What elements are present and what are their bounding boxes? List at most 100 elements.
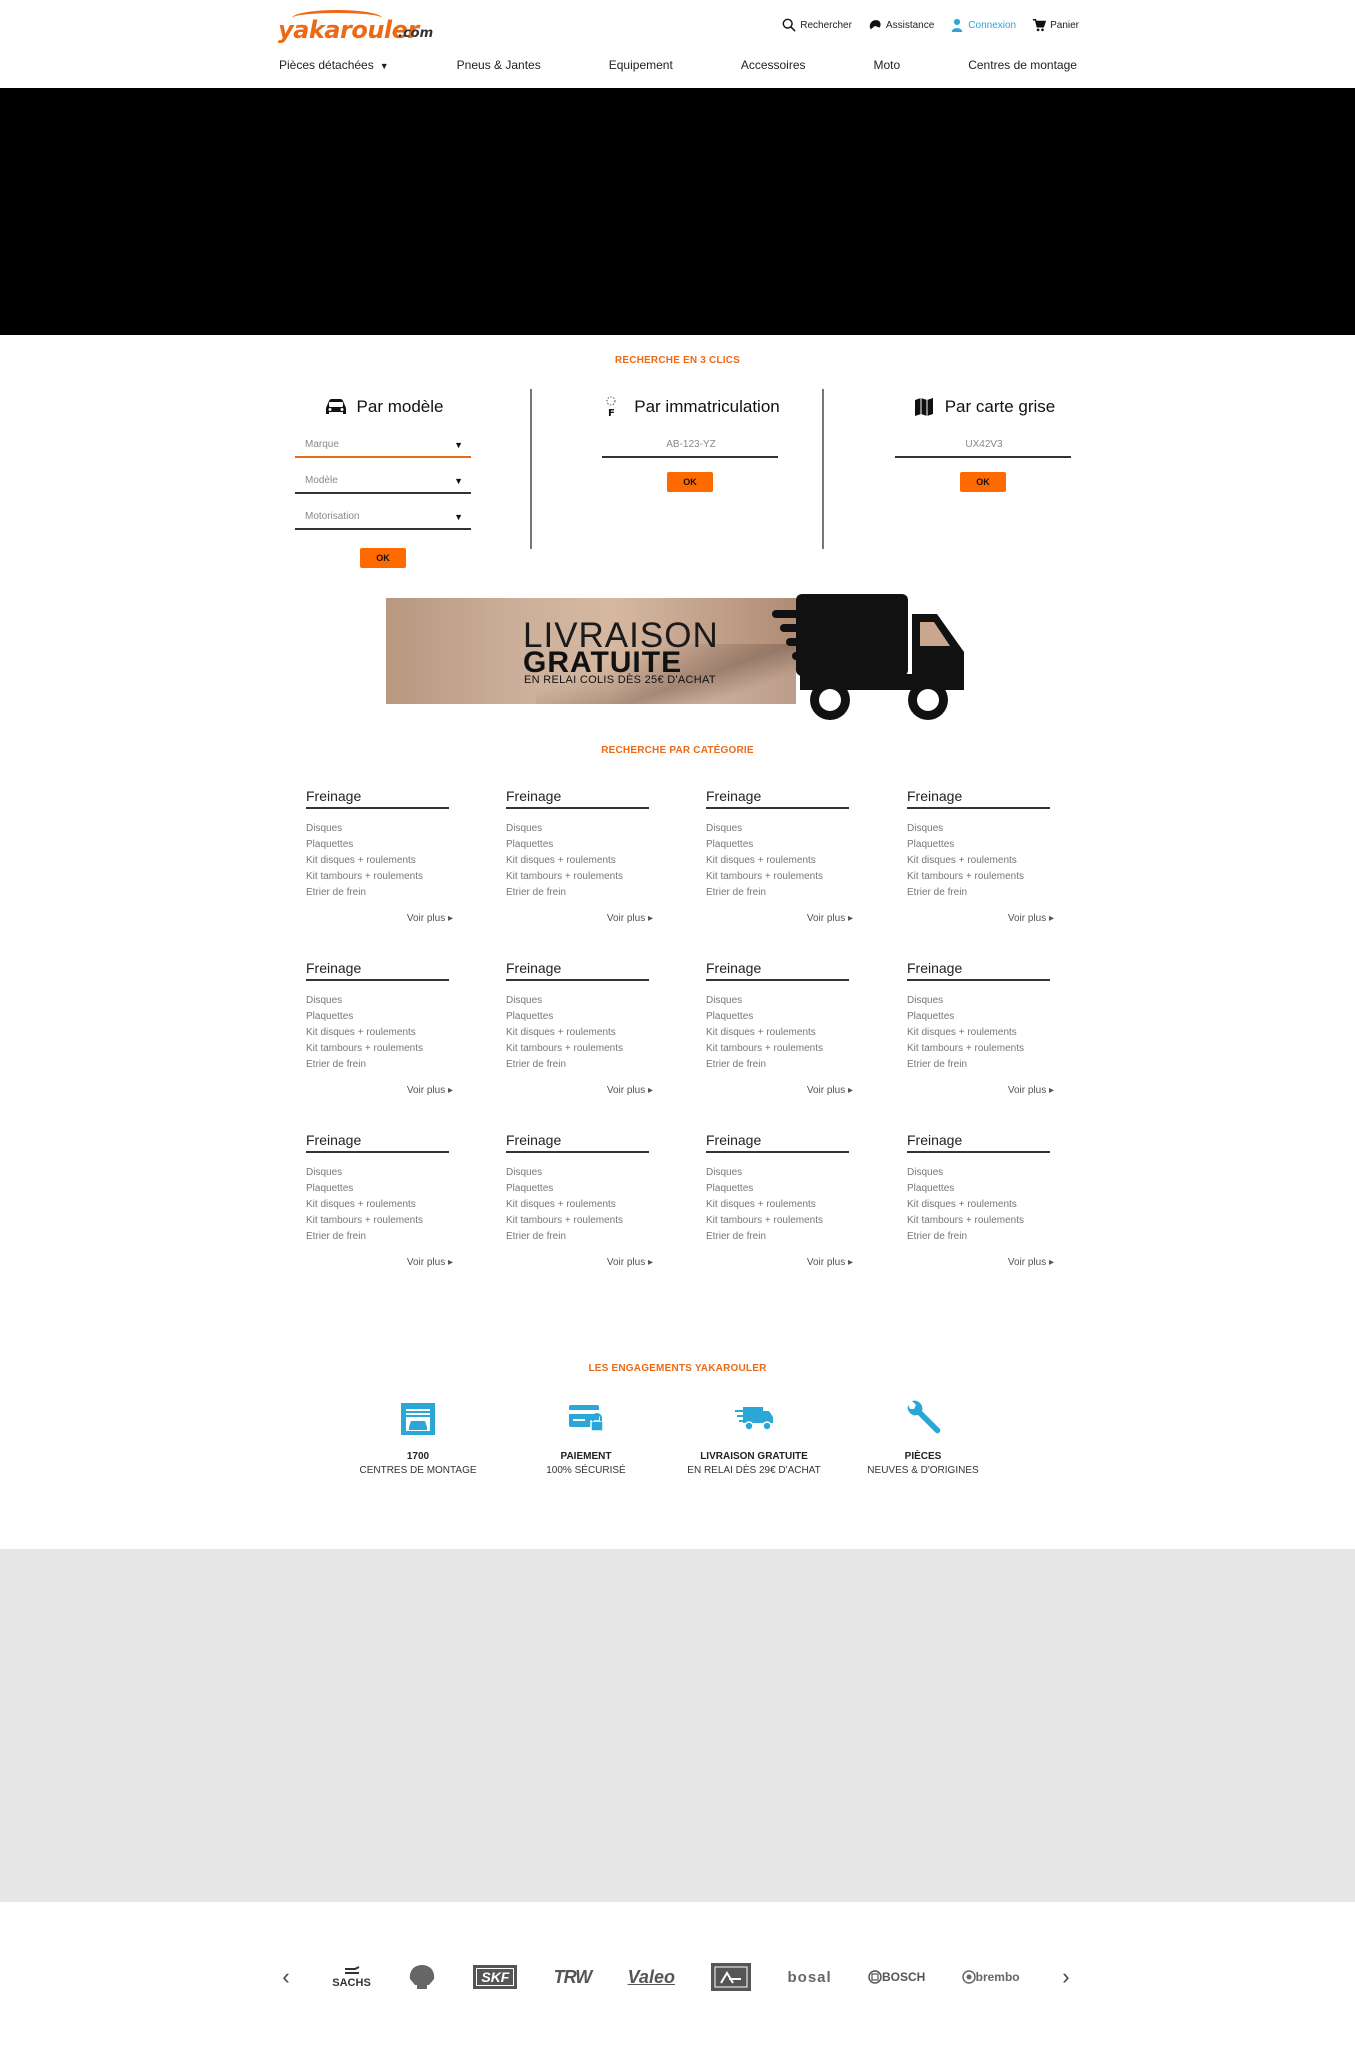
category-title[interactable]: Freinage (907, 786, 1050, 809)
engine-select[interactable]: Motorisation ▼ (295, 498, 471, 530)
category-title[interactable]: Freinage (506, 1130, 649, 1153)
category-link[interactable]: Kit disques + roulements (706, 853, 849, 869)
see-more-link[interactable]: Voir plus ▸ (506, 1085, 653, 1096)
category-link[interactable]: Disques (706, 993, 849, 1009)
by-card-ok-button[interactable]: OK (960, 472, 1006, 492)
category-link[interactable]: Kit tambours + roulements (306, 1213, 449, 1229)
category-link[interactable]: Kit tambours + roulements (706, 1213, 849, 1229)
brand-logo-sachs[interactable]: SACHS (332, 1965, 371, 1989)
nav-accessoires[interactable]: Accessoires (739, 58, 808, 72)
brand-logo-bosch[interactable]: BOSCH (868, 1970, 925, 1984)
plate-input[interactable]: AB-123-YZ (602, 426, 778, 458)
carousel-prev-button[interactable]: ‹ (276, 1964, 296, 1990)
model-select[interactable]: Modèle ▼ (295, 462, 471, 494)
category-link[interactable]: Disques (306, 821, 449, 837)
search-link[interactable]: Rechercher (782, 18, 852, 32)
category-link[interactable]: Plaquettes (706, 1009, 849, 1025)
see-more-link[interactable]: Voir plus ▸ (306, 1257, 453, 1268)
cart-link[interactable]: Panier (1032, 18, 1079, 32)
nav-moto[interactable]: Moto (872, 58, 903, 72)
see-more-link[interactable]: Voir plus ▸ (306, 1085, 453, 1096)
category-title[interactable]: Freinage (706, 958, 849, 981)
category-title[interactable]: Freinage (506, 786, 649, 809)
category-link[interactable]: Etrier de frein (907, 1229, 1050, 1245)
category-link[interactable]: Kit tambours + roulements (506, 1213, 649, 1229)
category-link[interactable]: Kit tambours + roulements (907, 1041, 1050, 1057)
category-link[interactable]: Etrier de frein (306, 1229, 449, 1245)
category-link[interactable]: Plaquettes (907, 837, 1050, 853)
category-link[interactable]: Kit disques + roulements (706, 1025, 849, 1041)
category-link[interactable]: Disques (506, 821, 649, 837)
category-link[interactable]: Kit tambours + roulements (706, 869, 849, 885)
category-link[interactable]: Kit tambours + roulements (306, 869, 449, 885)
category-link[interactable]: Kit tambours + roulements (706, 1041, 849, 1057)
category-link[interactable]: Etrier de frein (706, 1229, 849, 1245)
brand-logo-bosal[interactable]: bosal (788, 1969, 832, 1986)
category-link[interactable]: Plaquettes (306, 837, 449, 853)
by-model-ok-button[interactable]: OK (360, 548, 406, 568)
category-link[interactable]: Plaquettes (907, 1009, 1050, 1025)
category-link[interactable]: Kit disques + roulements (907, 1197, 1050, 1213)
carousel-next-button[interactable]: › (1056, 1964, 1076, 1990)
category-link[interactable]: Disques (907, 821, 1050, 837)
see-more-link[interactable]: Voir plus ▸ (506, 913, 653, 924)
category-title[interactable]: Freinage (306, 958, 449, 981)
nav-pneus-jantes[interactable]: Pneus & Jantes (455, 58, 543, 72)
see-more-link[interactable]: Voir plus ▸ (907, 1085, 1054, 1096)
brand-logo-ate[interactable] (711, 1963, 752, 1991)
see-more-link[interactable]: Voir plus ▸ (306, 913, 453, 924)
category-link[interactable]: Kit tambours + roulements (306, 1041, 449, 1057)
category-link[interactable]: Plaquettes (506, 837, 649, 853)
category-link[interactable]: Etrier de frein (306, 1057, 449, 1073)
category-link[interactable]: Kit disques + roulements (506, 1025, 649, 1041)
assistance-link[interactable]: Assistance (868, 18, 934, 32)
category-link[interactable]: Disques (706, 821, 849, 837)
category-link[interactable]: Plaquettes (907, 1181, 1050, 1197)
category-link[interactable]: Kit disques + roulements (907, 853, 1050, 869)
category-link[interactable]: Plaquettes (506, 1009, 649, 1025)
by-plate-ok-button[interactable]: OK (667, 472, 713, 492)
category-title[interactable]: Freinage (706, 1130, 849, 1153)
brand-logo-brembo[interactable]: brembo (961, 1970, 1020, 1984)
category-link[interactable]: Disques (506, 993, 649, 1009)
see-more-link[interactable]: Voir plus ▸ (706, 1085, 853, 1096)
category-link[interactable]: Plaquettes (706, 837, 849, 853)
see-more-link[interactable]: Voir plus ▸ (706, 913, 853, 924)
category-link[interactable]: Plaquettes (306, 1181, 449, 1197)
category-link[interactable]: Kit disques + roulements (506, 1197, 649, 1213)
category-link[interactable]: Plaquettes (306, 1009, 449, 1025)
brand-logo-skf[interactable]: SKF (473, 1965, 518, 1989)
card-input[interactable]: UX42V3 (895, 426, 1071, 458)
category-title[interactable]: Freinage (907, 958, 1050, 981)
see-more-link[interactable]: Voir plus ▸ (907, 1257, 1054, 1268)
category-link[interactable]: Etrier de frein (706, 1057, 849, 1073)
category-link[interactable]: Etrier de frein (907, 885, 1050, 901)
category-link[interactable]: Plaquettes (506, 1181, 649, 1197)
category-link[interactable]: Kit tambours + roulements (506, 869, 649, 885)
category-link[interactable]: Disques (907, 993, 1050, 1009)
category-link[interactable]: Kit disques + roulements (907, 1025, 1050, 1041)
brand-select[interactable]: Marque ▼ (295, 426, 471, 458)
category-link[interactable]: Kit disques + roulements (506, 853, 649, 869)
nav-pieces-detachees[interactable]: Pièces détachées ▼ (277, 58, 391, 72)
category-link[interactable]: Kit disques + roulements (306, 1197, 449, 1213)
brand-logo-shell[interactable] (407, 1963, 437, 1991)
category-title[interactable]: Freinage (506, 958, 649, 981)
brand-logo-trw[interactable]: TRW (554, 1967, 593, 1988)
category-title[interactable]: Freinage (306, 786, 449, 809)
login-link[interactable]: Connexion (950, 18, 1016, 32)
see-more-link[interactable]: Voir plus ▸ (907, 913, 1054, 924)
category-link[interactable]: Kit disques + roulements (306, 853, 449, 869)
see-more-link[interactable]: Voir plus ▸ (706, 1257, 853, 1268)
category-link[interactable]: Etrier de frein (907, 1057, 1050, 1073)
category-title[interactable]: Freinage (907, 1130, 1050, 1153)
category-link[interactable]: Disques (907, 1165, 1050, 1181)
category-link[interactable]: Kit tambours + roulements (506, 1041, 649, 1057)
category-link[interactable]: Etrier de frein (306, 885, 449, 901)
category-link[interactable]: Plaquettes (706, 1181, 849, 1197)
category-link[interactable]: Kit tambours + roulements (907, 869, 1050, 885)
category-link[interactable]: Etrier de frein (506, 885, 649, 901)
category-link[interactable]: Disques (306, 993, 449, 1009)
category-link[interactable]: Etrier de frein (506, 1229, 649, 1245)
category-link[interactable]: Kit tambours + roulements (907, 1213, 1050, 1229)
